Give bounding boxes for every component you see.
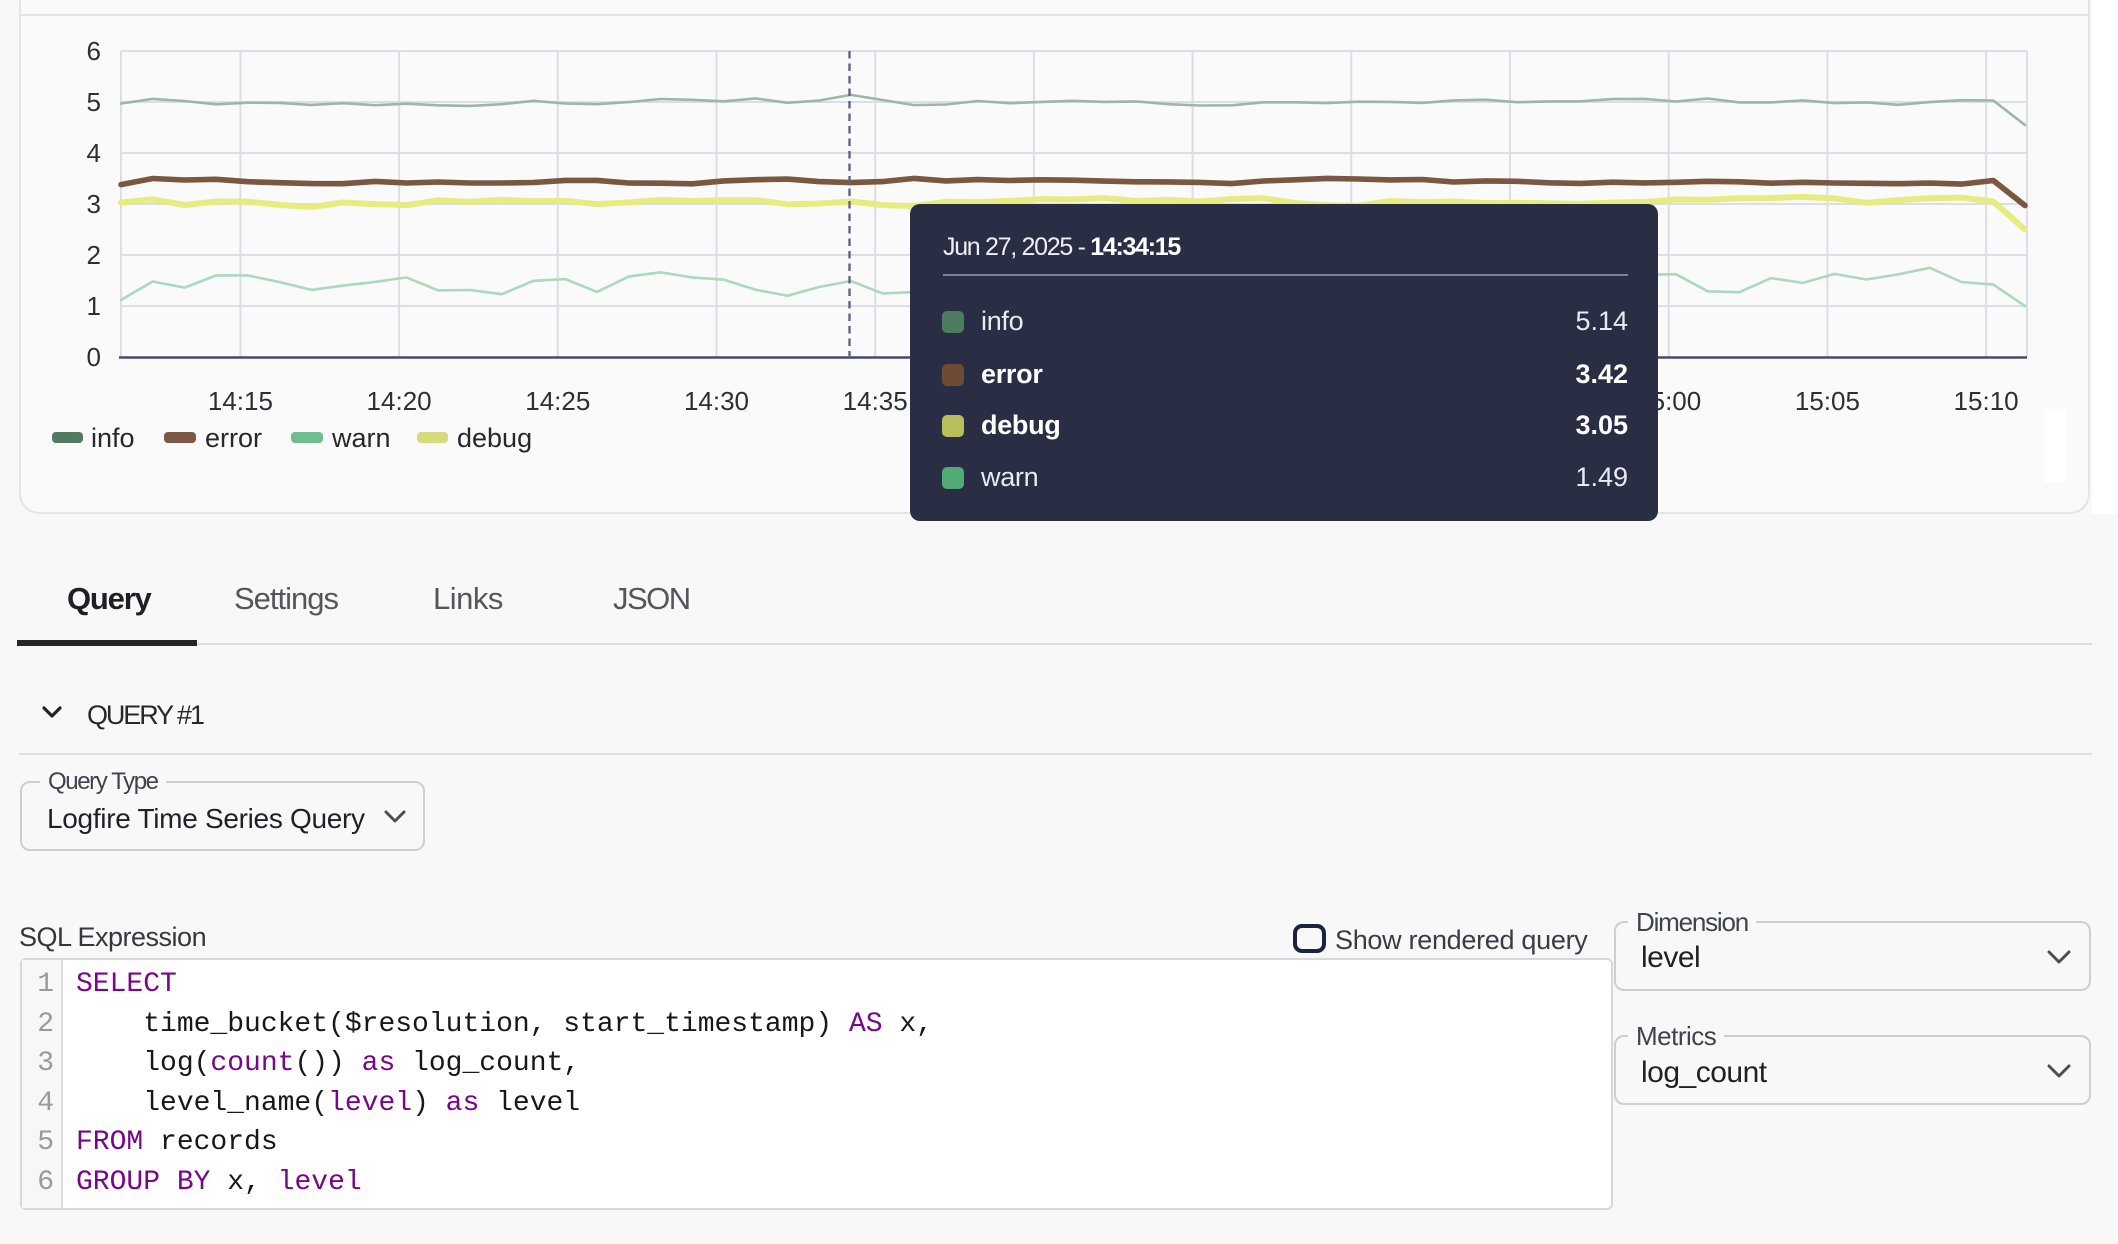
svg-text:info: info (91, 423, 135, 453)
svg-text:14:15: 14:15 (208, 386, 273, 416)
svg-text:debug: debug (457, 423, 532, 453)
svg-text:0: 0 (87, 342, 101, 372)
svg-text:3: 3 (87, 189, 101, 219)
svg-text:1: 1 (87, 291, 101, 321)
svg-text:6: 6 (87, 36, 101, 66)
svg-text:15:05: 15:05 (1795, 386, 1860, 416)
svg-text:14:30: 14:30 (684, 386, 749, 416)
svg-text:4: 4 (87, 138, 101, 168)
svg-text:15:10: 15:10 (1954, 386, 2019, 416)
svg-text:14:25: 14:25 (525, 386, 590, 416)
svg-text:2: 2 (87, 240, 101, 270)
svg-text:14:20: 14:20 (367, 386, 432, 416)
svg-text:warn: warn (331, 423, 391, 453)
svg-text:5: 5 (87, 87, 101, 117)
svg-text:14:35: 14:35 (843, 386, 908, 416)
svg-text:error: error (205, 423, 262, 453)
